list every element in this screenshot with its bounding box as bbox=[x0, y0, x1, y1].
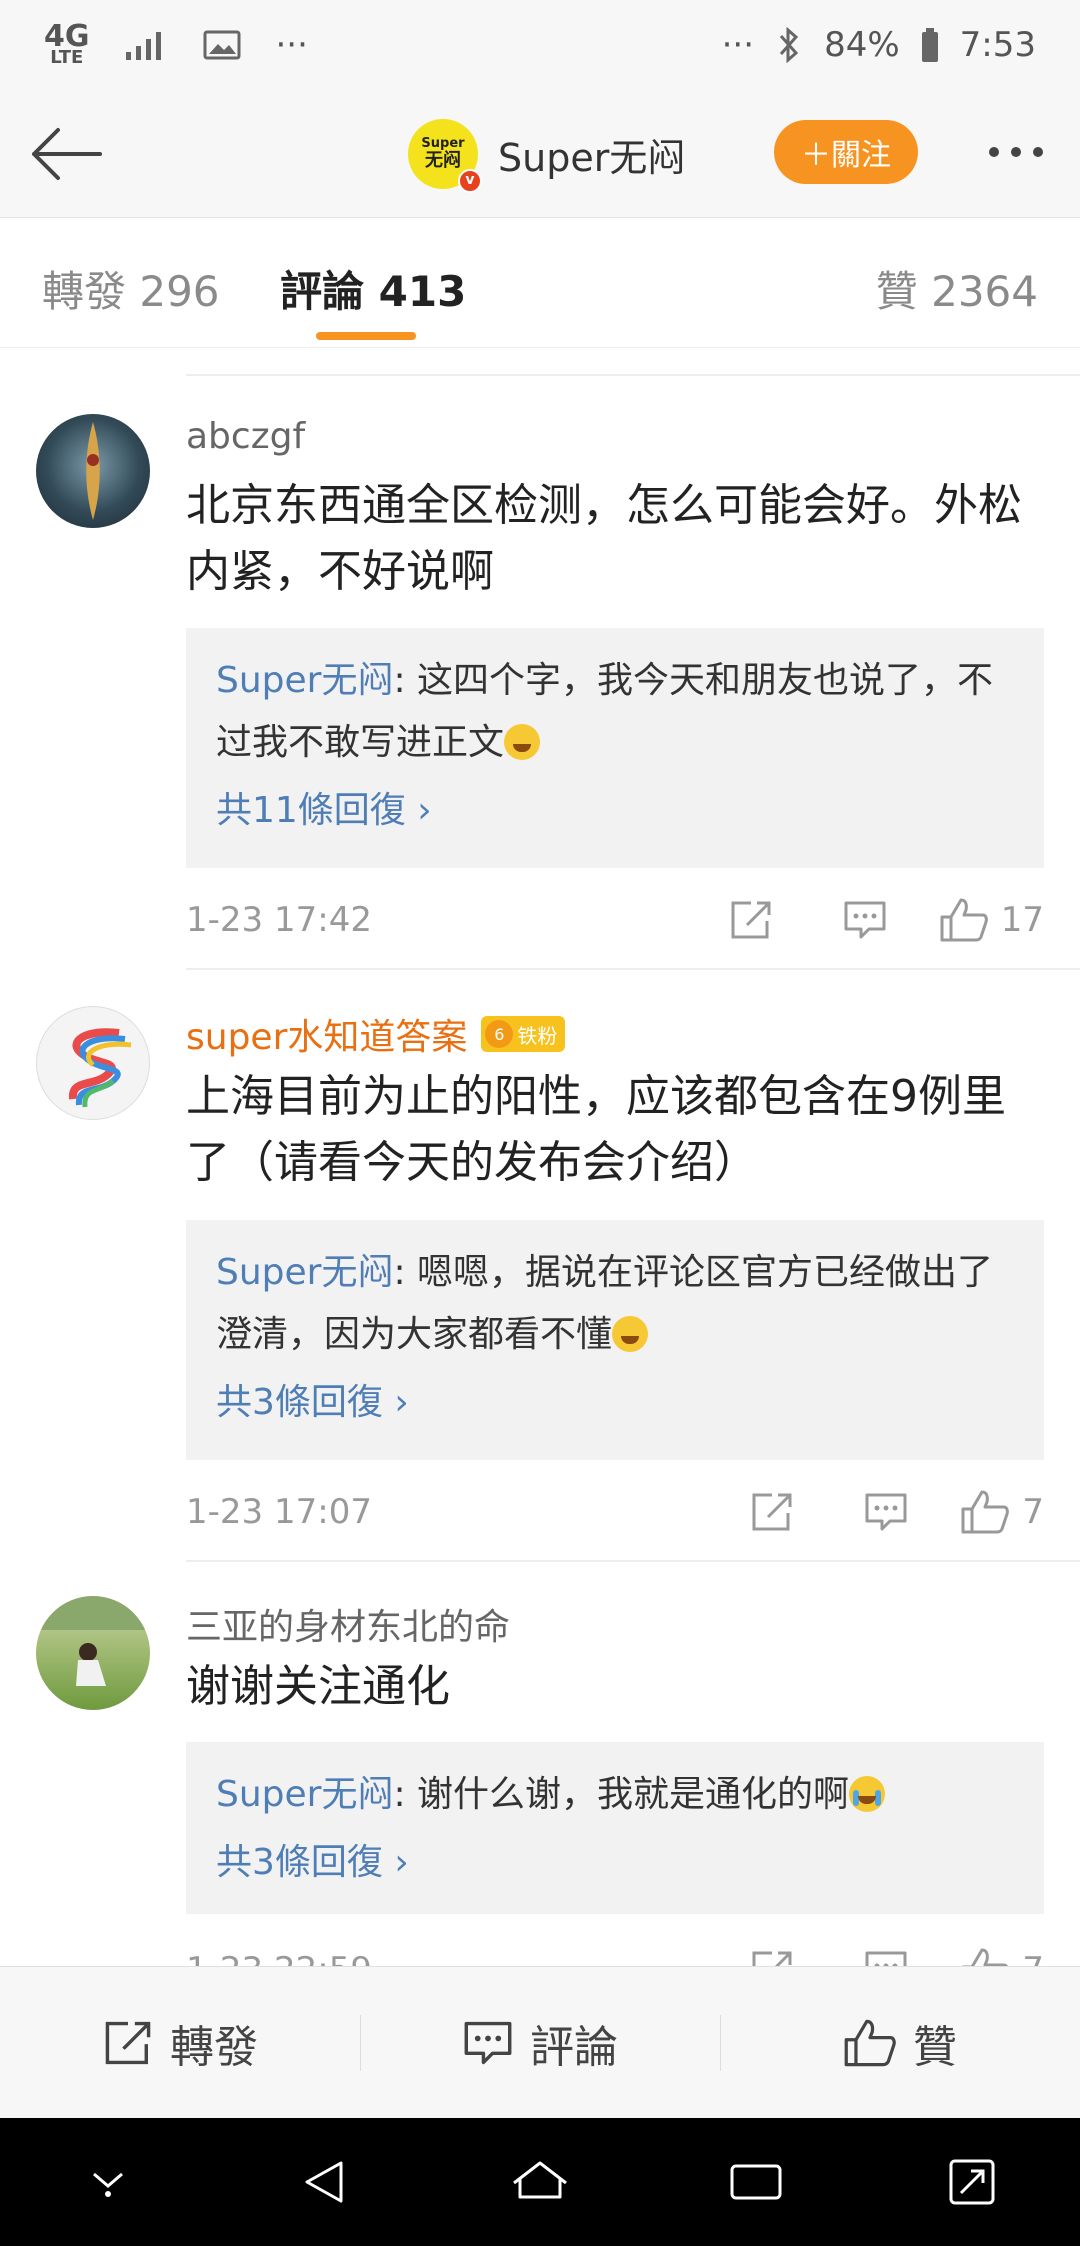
bluetooth-icon bbox=[779, 27, 799, 63]
reply-text: Super无闷: 这四个字，我今天和朋友也说了，不过我不敢写进正文 bbox=[216, 660, 994, 763]
laughing-emoji-icon bbox=[612, 1316, 649, 1352]
battery-icon bbox=[921, 28, 938, 62]
repost-label: 轉發 bbox=[170, 2021, 258, 2073]
tab-bar: 轉發 296 評論 413 贊 2364 bbox=[0, 218, 1080, 348]
active-tab-indicator bbox=[316, 332, 416, 340]
fan-badge: 6 铁粉 bbox=[481, 1016, 566, 1052]
tab-likes[interactable]: 贊 2364 bbox=[876, 258, 1038, 319]
divider bbox=[186, 1560, 1080, 1562]
recents-icon bbox=[730, 2164, 782, 2200]
reply-button[interactable] bbox=[825, 890, 905, 950]
crown-icon: 6 bbox=[485, 1020, 514, 1048]
reply-author[interactable]: Super无闷 bbox=[216, 1252, 393, 1293]
tab-reposts[interactable]: 轉發 296 bbox=[42, 258, 220, 319]
signal-icon bbox=[125, 32, 161, 60]
status-overflow-left: ··· bbox=[275, 25, 308, 65]
more-options-button[interactable] bbox=[974, 120, 1058, 184]
gallery-icon bbox=[203, 30, 240, 60]
comment-text: 谢谢关注通化 bbox=[186, 1661, 450, 1712]
battery-percentage: 84% bbox=[824, 25, 900, 65]
triangle-back-icon bbox=[305, 2161, 343, 2203]
chevron-down-icon bbox=[93, 2172, 123, 2197]
nav-recents-button[interactable] bbox=[711, 2137, 801, 2227]
network-indicator: 4G LTE bbox=[44, 19, 90, 69]
comment-icon bbox=[865, 1493, 907, 1531]
view-replies-link[interactable]: 共11條回復 › bbox=[216, 778, 1014, 844]
comment-icon bbox=[464, 2021, 512, 2064]
reply-author[interactable]: Super无闷 bbox=[216, 660, 393, 701]
user-avatar[interactable] bbox=[36, 414, 150, 528]
status-overflow-right: ··· bbox=[721, 25, 755, 65]
comment-text: 上海目前为止的阳性，应该都包含在9例里了（请看今天的发布会介绍） bbox=[186, 1071, 1006, 1188]
share-icon bbox=[752, 1493, 792, 1531]
reply-author[interactable]: Super无闷 bbox=[216, 1774, 393, 1815]
comment-text: 北京东西通全区检测，怎么可能会好。外松内紧，不好说啊 bbox=[186, 480, 1022, 597]
tab-comments[interactable]: 評論 413 bbox=[280, 258, 466, 319]
share-icon bbox=[105, 2021, 151, 2064]
repost-button[interactable]: 轉發 bbox=[0, 1967, 360, 2118]
status-bar: 4G LTE ··· ··· 84% 7:53 bbox=[0, 0, 1080, 90]
crying-emoji-icon bbox=[849, 1776, 886, 1812]
dot-icon bbox=[1033, 147, 1043, 157]
thumbs-up-icon bbox=[844, 2019, 896, 2066]
reply-preview[interactable]: Super无闷: 嗯嗯，据说在评论区官方已经做出了澄清，因为大家都看不懂 共3條… bbox=[186, 1220, 1044, 1460]
comment-icon bbox=[844, 901, 886, 939]
account-avatar[interactable]: Super 无闷 v bbox=[408, 119, 482, 193]
reply-text: Super无闷: 嗯嗯，据说在评论区官方已经做出了澄清，因为大家都看不懂 bbox=[216, 1252, 994, 1355]
account-header[interactable]: Super 无闷 v Super无闷 bbox=[408, 116, 685, 193]
divider bbox=[186, 968, 1080, 970]
thumbs-up-icon bbox=[940, 898, 988, 942]
comment-username[interactable]: super水知道答案 6 铁粉 bbox=[186, 1008, 566, 1060]
home-icon bbox=[513, 2161, 567, 2199]
arrow-left-icon bbox=[32, 128, 102, 180]
laughing-emoji-icon bbox=[504, 724, 541, 760]
comment-username[interactable]: abczgf bbox=[186, 416, 305, 457]
follow-button[interactable]: ＋關注 bbox=[774, 120, 918, 184]
dot-icon bbox=[1011, 147, 1021, 157]
reply-text: Super无闷: 谢什么谢，我就是通化的啊 bbox=[216, 1764, 1014, 1826]
system-navigation-bar bbox=[0, 2118, 1080, 2246]
account-name[interactable]: Super无闷 bbox=[498, 127, 685, 182]
comment-username[interactable]: 三亚的身材东北的命 bbox=[186, 1598, 510, 1650]
like-post-button[interactable]: 贊 bbox=[720, 1967, 1080, 2118]
comment-time: 1-23 17:42 bbox=[186, 900, 372, 940]
expand-icon bbox=[949, 2159, 995, 2205]
title-bar: Super 无闷 v Super无闷 ＋關注 bbox=[0, 90, 1080, 218]
like-button[interactable]: 17 bbox=[939, 897, 1044, 943]
clock: 7:53 bbox=[959, 25, 1036, 65]
user-avatar[interactable] bbox=[36, 1006, 150, 1120]
thumbs-up-icon bbox=[961, 1490, 1010, 1534]
like-button[interactable]: 7 bbox=[960, 1489, 1044, 1535]
reply-preview[interactable]: Super无闷: 谢什么谢，我就是通化的啊 共3條回復 › bbox=[186, 1742, 1044, 1914]
comment-label: 評論 bbox=[530, 2021, 618, 2073]
hide-nav-button[interactable] bbox=[63, 2137, 153, 2227]
user-avatar[interactable] bbox=[36, 1596, 150, 1710]
comment-button[interactable]: 評論 bbox=[360, 1967, 720, 2118]
comment-time: 1-23 17:07 bbox=[186, 1492, 372, 1532]
view-replies-link[interactable]: 共3條回復 › bbox=[216, 1370, 1014, 1436]
reply-button[interactable] bbox=[846, 1482, 926, 1542]
share-button[interactable] bbox=[711, 890, 791, 950]
verified-badge-icon: v bbox=[458, 169, 482, 193]
dot-icon bbox=[989, 147, 999, 157]
view-replies-link[interactable]: 共3條回復 › bbox=[216, 1830, 1014, 1896]
comment-meta: 1-23 17:42 17 bbox=[186, 890, 1044, 950]
nav-home-button[interactable] bbox=[495, 2137, 585, 2227]
divider bbox=[186, 374, 1080, 376]
bottom-action-bar: 轉發 評論 贊 bbox=[0, 1966, 1080, 2118]
nav-expand-button[interactable] bbox=[927, 2137, 1017, 2227]
share-button[interactable] bbox=[732, 1482, 812, 1542]
back-button[interactable] bbox=[24, 114, 108, 194]
nav-back-button[interactable] bbox=[279, 2137, 369, 2227]
like-label: 贊 bbox=[913, 2021, 957, 2073]
reply-preview[interactable]: Super无闷: 这四个字，我今天和朋友也说了，不过我不敢写进正文 共11條回復… bbox=[186, 628, 1044, 868]
share-icon bbox=[731, 901, 771, 939]
comment-meta: 1-23 17:07 7 bbox=[186, 1482, 1044, 1542]
